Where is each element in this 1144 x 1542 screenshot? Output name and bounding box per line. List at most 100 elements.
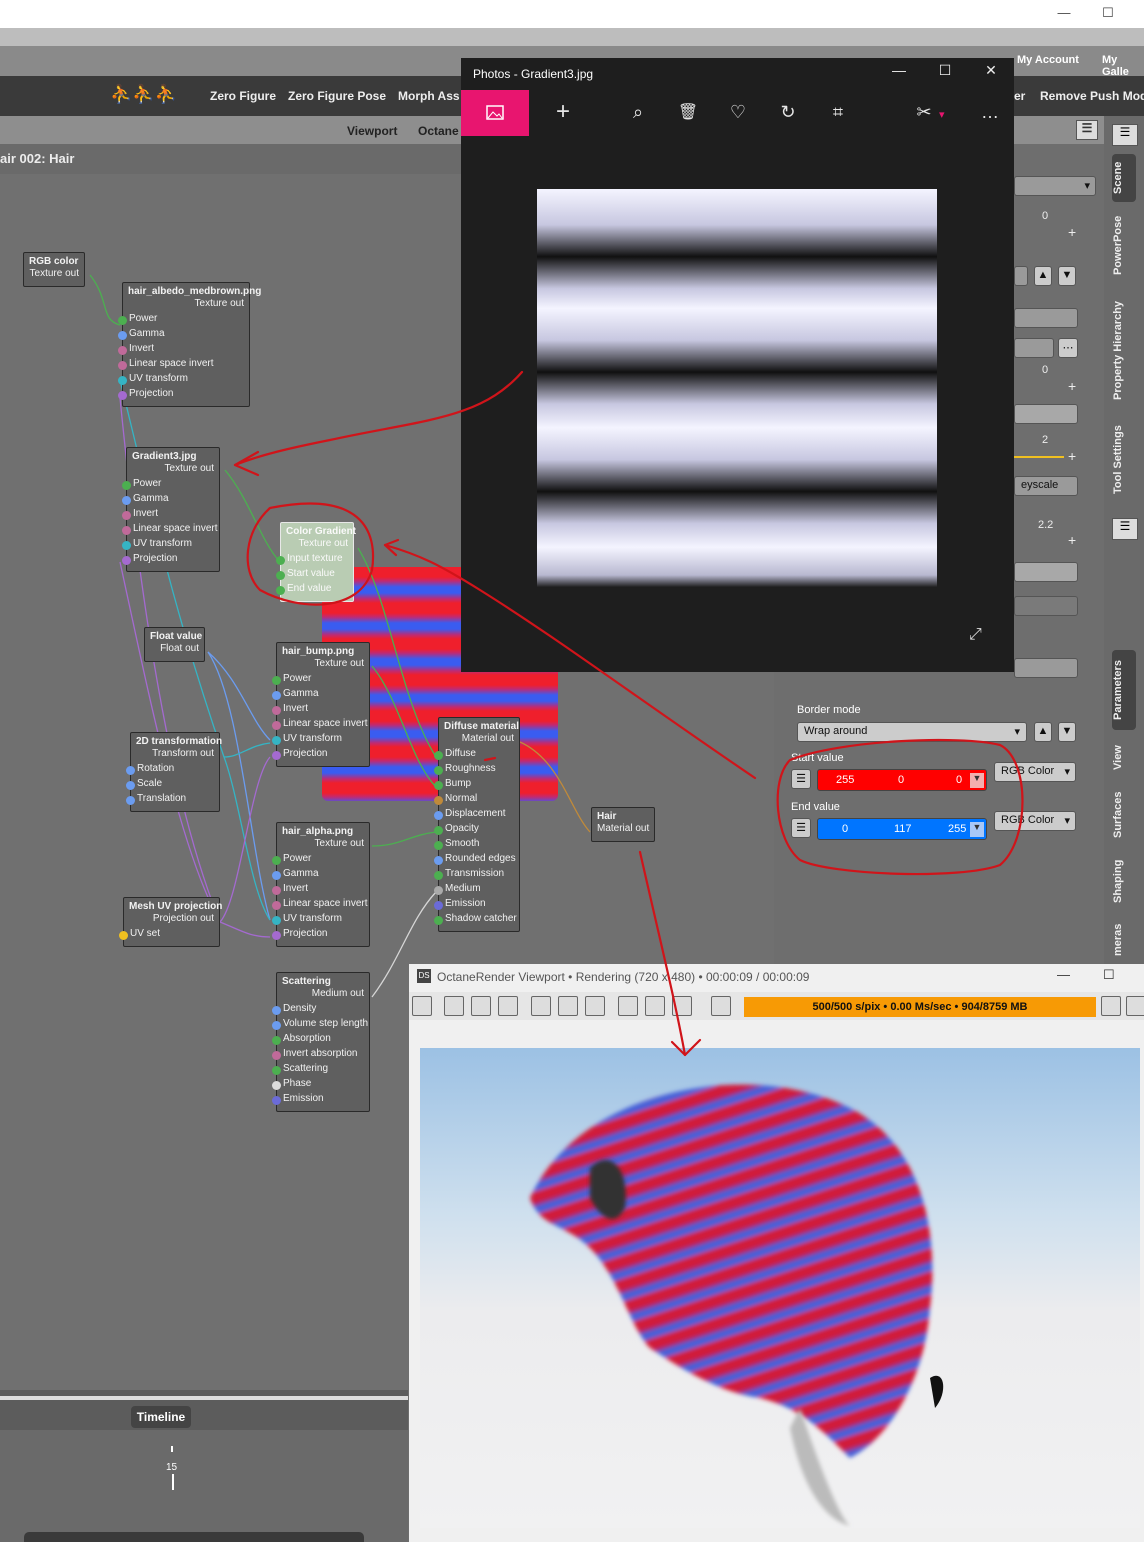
- node-scattering[interactable]: Scattering Medium out Density Volume step…: [272, 972, 370, 1112]
- input-socket-icon[interactable]: [272, 691, 281, 700]
- input-socket-icon[interactable]: [272, 736, 281, 745]
- param-dropdown-c[interactable]: [1014, 338, 1054, 358]
- stop-icon[interactable]: [498, 996, 518, 1016]
- node-input[interactable]: Transmission: [434, 868, 519, 883]
- input-socket-icon[interactable]: [272, 916, 281, 925]
- greyscale-dropdown[interactable]: eyscale: [1014, 476, 1078, 496]
- add-icon[interactable]: +: [550, 98, 576, 126]
- input-socket-icon[interactable]: [122, 541, 131, 550]
- node-input[interactable]: Invert absorption: [272, 1048, 369, 1063]
- input-socket-icon[interactable]: [272, 676, 281, 685]
- preset-dropdown[interactable]: ▾: [1014, 176, 1096, 196]
- node-input[interactable]: Projection: [272, 928, 369, 943]
- node-input[interactable]: Start value: [276, 568, 353, 583]
- node-2d-transformation[interactable]: 2D transformation Transform out Rotation…: [126, 732, 222, 812]
- pane-menu-icon[interactable]: ☰: [1076, 120, 1098, 140]
- node-output[interactable]: Texture out: [281, 538, 353, 553]
- slider-field-c[interactable]: [1014, 596, 1078, 616]
- node-hair-output[interactable]: Hair Material out: [591, 807, 655, 842]
- input-socket-icon[interactable]: [434, 796, 443, 805]
- tab-parameters[interactable]: Parameters: [1112, 650, 1136, 730]
- zoom-icon[interactable]: ⌕: [625, 102, 651, 123]
- node-input[interactable]: Input texture: [276, 553, 353, 568]
- input-socket-icon[interactable]: [434, 871, 443, 880]
- input-socket-icon[interactable]: [434, 826, 443, 835]
- input-socket-icon[interactable]: [272, 931, 281, 940]
- step-down-icon[interactable]: ▼: [1058, 266, 1076, 286]
- input-socket-icon[interactable]: [434, 781, 443, 790]
- node-output[interactable]: Texture out: [127, 463, 219, 478]
- image-view-button[interactable]: [461, 90, 529, 136]
- more-icon[interactable]: ⋯: [1058, 338, 1078, 358]
- my-gallery-link[interactable]: My Galle: [1102, 54, 1144, 78]
- input-socket-icon[interactable]: [276, 556, 285, 565]
- tab-property-hierarchy[interactable]: Property Hierarchy: [1112, 292, 1136, 408]
- slider-track[interactable]: [1014, 456, 1064, 458]
- input-socket-icon[interactable]: [272, 871, 281, 880]
- node-input[interactable]: End value: [276, 583, 353, 598]
- start-b[interactable]: 0: [956, 774, 962, 786]
- node-input[interactable]: Phase: [272, 1078, 369, 1093]
- input-socket-icon[interactable]: [272, 1081, 281, 1090]
- node-gradient3-texture[interactable]: Gradient3.jpg Texture out Power Gamma Inve…: [122, 447, 220, 572]
- node-input[interactable]: Smooth: [434, 838, 519, 853]
- node-output[interactable]: Texture out: [24, 268, 84, 283]
- dropdown-arrow[interactable]: [1014, 266, 1028, 286]
- minimize-icon[interactable]: —: [1054, 4, 1074, 22]
- add-icon[interactable]: +: [1068, 532, 1076, 548]
- node-input[interactable]: Invert: [122, 508, 219, 523]
- input-socket-icon[interactable]: [272, 1096, 281, 1105]
- node-output[interactable]: Material out: [592, 823, 654, 838]
- node-input[interactable]: Normal: [434, 793, 519, 808]
- step-up-icon[interactable]: ▲: [1034, 266, 1052, 286]
- playback-controls[interactable]: [24, 1532, 364, 1542]
- step-down-icon[interactable]: ▼: [1058, 722, 1076, 742]
- list-icon[interactable]: [1101, 996, 1121, 1016]
- node-input[interactable]: Density: [272, 1003, 369, 1018]
- node-input[interactable]: Scattering: [272, 1063, 369, 1078]
- tab-shaping[interactable]: Shaping: [1112, 854, 1136, 908]
- node-input[interactable]: Rounded edges: [434, 853, 519, 868]
- input-socket-icon[interactable]: [119, 931, 128, 940]
- input-socket-icon[interactable]: [434, 886, 443, 895]
- timeline-track[interactable]: 15: [0, 1430, 408, 1542]
- start-g[interactable]: 0: [898, 774, 904, 786]
- node-input[interactable]: Linear space invert: [272, 898, 369, 913]
- tab-powerpose[interactable]: PowerPose: [1112, 208, 1136, 282]
- input-socket-icon[interactable]: [272, 1066, 281, 1075]
- toolbar-partial-button[interactable]: er: [1014, 89, 1025, 103]
- node-diffuse-material[interactable]: Diffuse material Material out Diffuse Rou…: [434, 717, 520, 932]
- end-r[interactable]: 0: [842, 823, 848, 835]
- start-type-dropdown[interactable]: RGB Color ▾: [994, 762, 1076, 782]
- input-socket-icon[interactable]: [434, 811, 443, 820]
- node-input[interactable]: Scale: [126, 778, 219, 793]
- node-float-value[interactable]: Float value Float out: [144, 627, 205, 662]
- picture-icon[interactable]: [672, 996, 692, 1016]
- node-input[interactable]: Power: [272, 673, 369, 688]
- edit-icon[interactable]: ✂: [911, 102, 937, 123]
- input-socket-icon[interactable]: [272, 856, 281, 865]
- input-socket-icon[interactable]: [118, 391, 127, 400]
- add-icon[interactable]: +: [1068, 224, 1076, 240]
- pause-icon[interactable]: [471, 996, 491, 1016]
- end-type-dropdown[interactable]: RGB Color ▾: [994, 811, 1076, 831]
- input-socket-icon[interactable]: [434, 841, 443, 850]
- maximize-icon[interactable]: ☐: [1098, 4, 1118, 22]
- node-input[interactable]: Translation: [126, 793, 219, 808]
- input-socket-icon[interactable]: [272, 1021, 281, 1030]
- node-input[interactable]: Gamma: [122, 493, 219, 508]
- record-icon[interactable]: [618, 996, 638, 1016]
- node-input[interactable]: Absorption: [272, 1033, 369, 1048]
- node-input[interactable]: Linear space invert: [122, 523, 219, 538]
- param-dropdown-d[interactable]: [1014, 658, 1078, 678]
- node-input[interactable]: Linear space invert: [118, 358, 249, 373]
- node-input[interactable]: Diffuse: [434, 748, 519, 763]
- help-icon[interactable]: [711, 996, 731, 1016]
- node-output[interactable]: Transform out: [131, 748, 219, 763]
- input-socket-icon[interactable]: [118, 361, 127, 370]
- input-socket-icon[interactable]: [434, 856, 443, 865]
- node-input[interactable]: Emission: [272, 1093, 369, 1108]
- input-socket-icon[interactable]: [122, 511, 131, 520]
- rotate-icon[interactable]: ↻: [775, 102, 801, 123]
- more-icon[interactable]: …: [977, 102, 1003, 123]
